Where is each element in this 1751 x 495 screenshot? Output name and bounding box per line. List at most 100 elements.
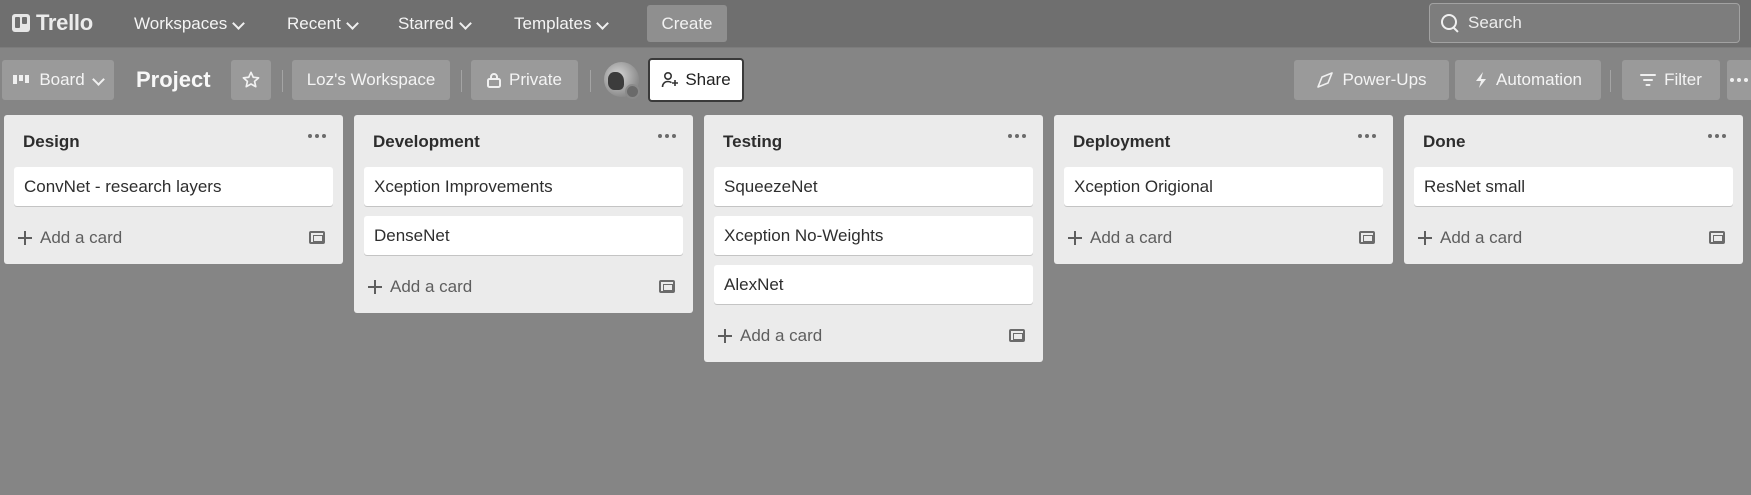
card[interactable]: ResNet small [1414, 167, 1733, 206]
share-button[interactable]: Share [648, 58, 744, 102]
card[interactable]: Xception Origional [1064, 167, 1383, 206]
list-done: Done ResNet small Add a card [1404, 115, 1743, 264]
divider [590, 70, 591, 92]
card-template-icon[interactable] [659, 280, 675, 293]
more-options-button[interactable] [1727, 60, 1751, 100]
add-card-label: Add a card [40, 228, 123, 247]
create-button[interactable]: Create [647, 5, 727, 42]
card[interactable]: SqueezeNet [714, 167, 1033, 206]
list-title[interactable]: Done [1423, 132, 1466, 152]
search-icon [1440, 13, 1460, 33]
workspace-label: Loz's Workspace [306, 70, 436, 89]
starred-menu[interactable]: Starred [390, 9, 478, 39]
share-label: Share [685, 70, 731, 89]
card-template-icon[interactable] [1709, 231, 1725, 244]
add-member-icon [662, 71, 679, 88]
list-title[interactable]: Development [373, 132, 480, 152]
board-view-label: Board [39, 70, 85, 89]
card[interactable]: Xception No-Weights [714, 216, 1033, 255]
filter-label: Filter [1664, 70, 1702, 89]
card-template-icon[interactable] [309, 231, 325, 244]
templates-menu[interactable]: Templates [506, 9, 615, 39]
list-deployment: Deployment Xception Origional Add a card [1054, 115, 1393, 264]
recent-label: Recent [287, 14, 341, 33]
board-view-icon [13, 75, 30, 84]
powerups-label: Power-Ups [1342, 70, 1427, 89]
automation-button[interactable]: Automation [1455, 60, 1601, 100]
recent-menu[interactable]: Recent [279, 9, 365, 39]
chevron-down-icon [597, 19, 607, 29]
chevron-down-icon [460, 19, 470, 29]
add-card-row: Add a card [1054, 214, 1393, 264]
list-title[interactable]: Testing [723, 132, 782, 152]
plus-icon [1418, 231, 1432, 245]
list-title[interactable]: Design [23, 132, 80, 152]
add-card-button[interactable]: Add a card [1068, 223, 1172, 253]
add-card-row: Add a card [4, 214, 343, 264]
templates-label: Templates [514, 14, 592, 33]
list-header: Deployment [1054, 115, 1393, 167]
admin-badge-icon [625, 84, 640, 99]
powerups-button[interactable]: Power-Ups [1294, 60, 1449, 100]
list-menu-icon[interactable] [1705, 127, 1729, 145]
list-header: Development [354, 115, 693, 167]
card[interactable]: ConvNet - research layers [14, 167, 333, 206]
search-box[interactable] [1429, 3, 1740, 43]
add-card-button[interactable]: Add a card [718, 321, 822, 351]
add-card-row: Add a card [704, 312, 1043, 362]
chevron-down-icon [233, 19, 243, 29]
add-card-label: Add a card [740, 326, 823, 345]
add-card-row: Add a card [354, 263, 693, 313]
list-title[interactable]: Deployment [1073, 132, 1170, 152]
rocket-icon [1317, 72, 1334, 88]
divider [1610, 70, 1611, 92]
add-card-label: Add a card [390, 277, 473, 296]
card-template-icon[interactable] [1009, 329, 1025, 342]
visibility-button[interactable]: Private [471, 60, 578, 100]
list-design: Design ConvNet - research layers Add a c… [4, 115, 343, 264]
chevron-down-icon [347, 19, 357, 29]
trello-logo-icon [12, 14, 30, 32]
list-menu-icon[interactable] [655, 127, 679, 145]
add-card-label: Add a card [1440, 228, 1523, 247]
starred-label: Starred [398, 14, 454, 33]
plus-icon [718, 329, 732, 343]
card[interactable]: DenseNet [364, 216, 683, 255]
more-icon [1730, 78, 1748, 82]
board-title[interactable]: Project [136, 64, 211, 96]
card[interactable]: Xception Improvements [364, 167, 683, 206]
card[interactable]: AlexNet [714, 265, 1033, 304]
list-menu-icon[interactable] [1355, 127, 1379, 145]
board-view-switcher[interactable]: Board [2, 60, 114, 100]
chevron-down-icon [93, 75, 103, 85]
list-header: Testing [704, 115, 1043, 167]
add-card-button[interactable]: Add a card [18, 223, 122, 253]
workspaces-label: Workspaces [134, 14, 228, 33]
card-template-icon[interactable] [1359, 231, 1375, 244]
plus-icon [18, 231, 32, 245]
list-testing: Testing SqueezeNet Xception No-Weights A… [704, 115, 1043, 362]
top-nav: Trello Workspaces Recent Starred Templat… [0, 0, 1751, 48]
brand-name: Trello [36, 10, 93, 35]
workspace-button[interactable]: Loz's Workspace [292, 60, 450, 100]
workspaces-menu[interactable]: Workspaces [126, 9, 251, 39]
divider [282, 70, 283, 92]
add-card-label: Add a card [1090, 228, 1173, 247]
add-card-button[interactable]: Add a card [1418, 223, 1522, 253]
filter-icon [1640, 74, 1657, 86]
lock-icon [487, 73, 502, 88]
list-menu-icon[interactable] [305, 127, 329, 145]
list-header: Design [4, 115, 343, 167]
add-card-button[interactable]: Add a card [368, 272, 472, 302]
visibility-label: Private [509, 70, 562, 89]
lightning-icon [1476, 72, 1486, 88]
list-menu-icon[interactable] [1005, 127, 1029, 145]
list-development: Development Xception Improvements DenseN… [354, 115, 693, 313]
filter-button[interactable]: Filter [1622, 60, 1720, 100]
search-input[interactable] [1468, 13, 1728, 33]
plus-icon [368, 280, 382, 294]
list-header: Done [1404, 115, 1743, 167]
add-card-row: Add a card [1404, 214, 1743, 264]
star-board-button[interactable] [231, 60, 271, 100]
trello-logo[interactable]: Trello [12, 9, 93, 37]
